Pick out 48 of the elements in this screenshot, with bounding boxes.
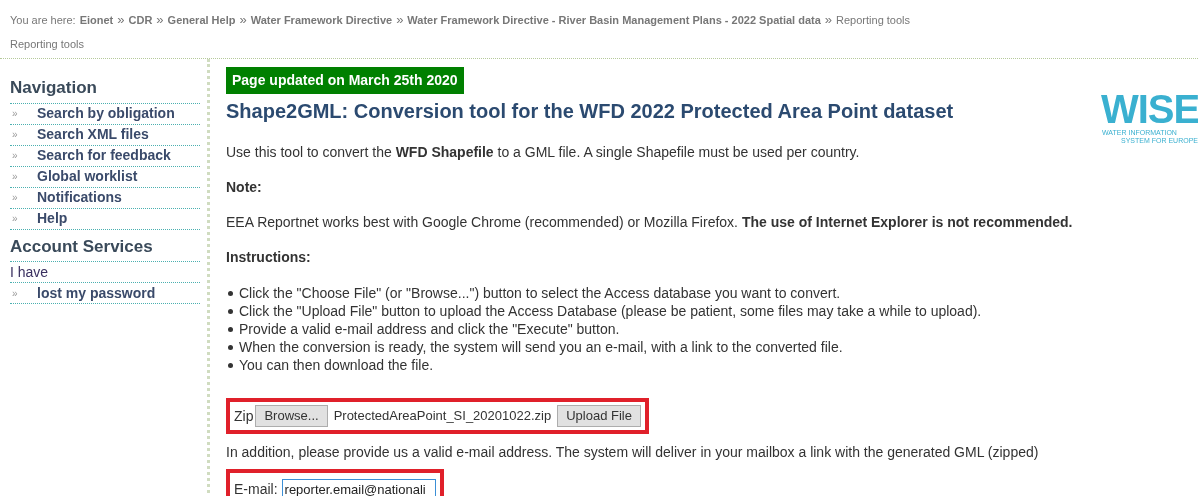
sidebar-link[interactable]: Search by obligation xyxy=(37,103,175,124)
note-text: EEA Reportnet works best with Google Chrome (recommended) or Mozilla Firefox. The use of Internet Explorer is not recommended. xyxy=(226,213,1074,232)
file-name: ProtectedAreaPoint_SI_20201022.zip xyxy=(332,407,553,426)
instruction-text: Click the "Upload File" button to upload the Access Database (please be patient, some files may take a while to upload). xyxy=(239,302,982,320)
sidebar-text: I have xyxy=(10,262,49,282)
note-heading: Note: xyxy=(226,178,263,197)
breadcrumb-prefix: You are here: xyxy=(10,12,76,28)
bullet-marker: » xyxy=(11,149,19,163)
bullet-marker: » xyxy=(11,128,19,142)
bullet-marker: » xyxy=(11,212,19,226)
breadcrumb-separator: » xyxy=(824,11,833,29)
sidebar-link[interactable]: Search XML files xyxy=(37,124,149,145)
bullet-marker: » xyxy=(11,191,19,205)
sidebar-link[interactable]: Help xyxy=(37,208,68,229)
breadcrumb-separator: » xyxy=(156,11,164,29)
sidebar-heading: Account Services xyxy=(10,233,200,262)
email-field[interactable]: reporter.email@nationali xyxy=(281,478,436,496)
breadcrumb-link[interactable]: Eionet xyxy=(79,11,114,28)
sidebar-link[interactable]: Search for feedback xyxy=(37,145,171,166)
sidebar-heading: Navigation xyxy=(10,75,200,104)
upload-button[interactable]: Upload File xyxy=(557,405,641,427)
email-label: E-mail: xyxy=(234,479,278,496)
breadcrumb-link[interactable]: Water Framework Directive xyxy=(250,11,393,28)
browse-button[interactable]: Browse... xyxy=(255,405,328,427)
page-title: Shape2GML: Conversion tool for the WFD 2022 Protected Area Point dataset xyxy=(226,99,954,124)
sidebar-link[interactable]: lost my password xyxy=(37,282,156,304)
bullet-marker: » xyxy=(11,107,19,121)
instruction-text: Provide a valid e-mail address and click the "Execute" button. xyxy=(239,320,620,338)
breadcrumb-separator: » xyxy=(239,11,247,29)
breadcrumb-current: Reporting tools xyxy=(836,12,911,28)
page-label: Reporting tools xyxy=(10,37,84,50)
bullet-marker: » xyxy=(11,170,19,184)
breadcrumb-separator: » xyxy=(117,11,125,29)
instruction-text: Click the "Choose File" (or "Browse...") button to select the Access database you want to convert. xyxy=(239,284,841,302)
intro-text: Use this tool to convert the WFD Shapefile to a GML file. A single Shapefile must be used per country. xyxy=(226,143,861,162)
email-note: In addition, please provide us a valid e-mail address. The system will deliver in your mailbox a link with the generated GML (zipped) xyxy=(226,443,1040,462)
breadcrumb-separator: » xyxy=(396,11,404,29)
instructions-heading: Instructions: xyxy=(226,248,312,267)
sidebar-link[interactable]: Notifications xyxy=(37,187,122,208)
zip-label: Zip xyxy=(234,406,254,426)
sidebar-link[interactable]: Global worklist xyxy=(37,166,138,187)
breadcrumb-link[interactable]: CDR xyxy=(128,11,153,28)
instruction-text: You can then download the file. xyxy=(239,356,434,374)
breadcrumb-link[interactable]: Water Framework Directive - River Basin Management Plans - 2022 Spatial data xyxy=(407,11,821,28)
breadcrumb-link[interactable]: General Help xyxy=(167,11,236,28)
bullet-marker: » xyxy=(11,286,19,301)
updated-badge: Page updated on March 25th 2020 xyxy=(226,67,464,94)
instruction-text: When the conversion is ready, the system will send you an e-mail, with a link to the converted file. xyxy=(239,338,843,356)
